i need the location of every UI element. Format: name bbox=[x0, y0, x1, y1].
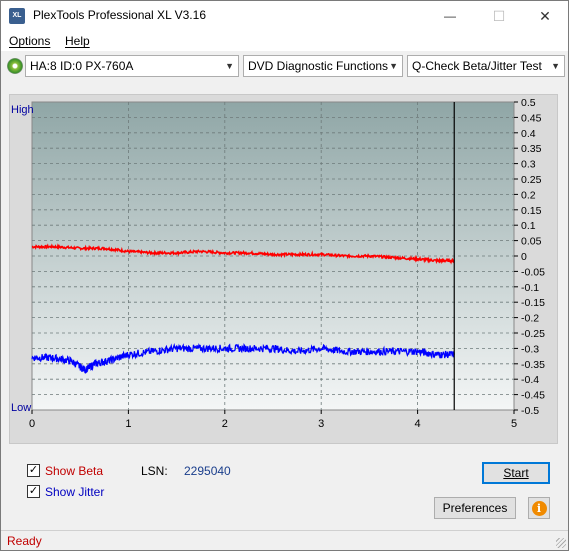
y-tick-label: 0.45 bbox=[521, 112, 542, 124]
beta-jitter-chart: 0.5 0.45 0.4 0.35 0.3 0.25 0.2 0.15 0.1 0.05 0 -0.0… bbox=[9, 94, 558, 444]
app-logo-icon: XL bbox=[9, 8, 25, 24]
drive-select-value: HA:8 ID:0 PX-760A bbox=[30, 59, 134, 73]
y-tick-label: 0.25 bbox=[521, 174, 542, 186]
menu-bar: Options Help bbox=[1, 31, 568, 51]
y-tick-label: 0.4 bbox=[521, 128, 536, 140]
test-select-value: Q-Check Beta/Jitter Test bbox=[412, 59, 542, 73]
y-tick-label: -0.5 bbox=[521, 405, 539, 417]
y-tick-label: -0.3 bbox=[521, 343, 539, 355]
axis-low-label: Low bbox=[11, 402, 31, 414]
checkmark-icon: ✓ bbox=[28, 464, 39, 476]
show-jitter-label[interactable]: Show Jitter bbox=[45, 485, 104, 499]
y-tick-label: 0.3 bbox=[521, 159, 536, 171]
show-jitter-checkbox[interactable]: ✓ bbox=[27, 485, 40, 498]
toolbar: HA:8 ID:0 PX-760A ▼ DVD Diagnostic Funct… bbox=[1, 51, 568, 81]
y-tick-label: -0.1 bbox=[521, 282, 539, 294]
drive-select[interactable]: HA:8 ID:0 PX-760A ▼ bbox=[25, 55, 239, 77]
y-tick-label: 0.1 bbox=[521, 220, 536, 232]
y-tick-label: 0.2 bbox=[521, 189, 536, 201]
menu-options-label: Options bbox=[9, 34, 51, 48]
show-jitter-text: Show Jitter bbox=[45, 485, 105, 499]
info-button[interactable]: i bbox=[528, 497, 550, 519]
start-button[interactable]: Start bbox=[482, 462, 550, 484]
chart-canvas: 0.5 0.45 0.4 0.35 0.3 0.25 0.2 0.15 0.1 0.05 0 -0.0… bbox=[11, 97, 545, 430]
close-button[interactable]: ✕ bbox=[522, 1, 568, 31]
maximize-button[interactable]: ☐ bbox=[476, 1, 522, 31]
lsn-label: LSN: bbox=[141, 464, 168, 478]
menu-options[interactable]: Options bbox=[9, 34, 50, 48]
menu-help[interactable]: Help bbox=[65, 34, 90, 48]
x-tick-label: 5 bbox=[511, 418, 517, 430]
x-tick-label: 2 bbox=[222, 418, 228, 430]
info-icon: i bbox=[531, 500, 547, 516]
lsn-value: 2295040 bbox=[184, 464, 231, 478]
start-button-label: Start bbox=[503, 466, 529, 480]
function-select-value: DVD Diagnostic Functions bbox=[248, 59, 389, 73]
axis-high-label: High bbox=[11, 104, 34, 116]
y-tick-label: 0 bbox=[521, 251, 527, 263]
checkmark-icon: ✓ bbox=[28, 485, 39, 497]
bottom-panel: ✓ Show Beta ✓ Show Jitter LSN: 2295040 S… bbox=[9, 451, 558, 525]
y-tick-label: -0.05 bbox=[521, 266, 545, 278]
function-select[interactable]: DVD Diagnostic Functions ▼ bbox=[243, 55, 403, 77]
y-tick-label: 0.5 bbox=[521, 97, 536, 109]
test-select[interactable]: Q-Check Beta/Jitter Test ▼ bbox=[407, 55, 565, 77]
chevron-down-icon: ▼ bbox=[225, 61, 234, 71]
y-tick-label: 0.35 bbox=[521, 143, 542, 155]
show-beta-label[interactable]: Show Beta bbox=[45, 464, 103, 478]
y-tick-label: 0.15 bbox=[521, 205, 542, 217]
resize-grip-icon[interactable] bbox=[556, 538, 566, 548]
y-tick-label: -0.25 bbox=[521, 328, 545, 340]
disc-drive-icon bbox=[7, 58, 23, 74]
y-tick-label: -0.15 bbox=[521, 297, 545, 309]
minimize-icon: — bbox=[444, 9, 456, 23]
preferences-button[interactable]: Preferences bbox=[434, 497, 516, 519]
chevron-down-icon: ▼ bbox=[551, 61, 560, 71]
maximize-icon: ☐ bbox=[492, 7, 506, 24]
show-beta-text: Show Beta bbox=[45, 464, 104, 478]
status-bar: Ready bbox=[1, 530, 568, 550]
chevron-down-icon: ▼ bbox=[389, 61, 398, 71]
window-title: PlexTools Professional XL V3.16 bbox=[33, 8, 206, 22]
x-tick-label: 3 bbox=[318, 418, 324, 430]
close-icon: ✕ bbox=[539, 7, 551, 24]
preferences-button-label: Preferences bbox=[442, 501, 508, 515]
x-tick-label: 4 bbox=[415, 418, 421, 430]
y-tick-label: -0.4 bbox=[521, 374, 539, 386]
menu-help-label: Help bbox=[65, 34, 90, 48]
show-beta-checkbox[interactable]: ✓ bbox=[27, 464, 40, 477]
y-tick-label: -0.2 bbox=[521, 313, 539, 325]
x-tick-label: 1 bbox=[125, 418, 131, 430]
title-bar[interactable]: XL PlexTools Professional XL V3.16 — ☐ ✕ bbox=[1, 1, 568, 31]
app-window: XL PlexTools Professional XL V3.16 — ☐ ✕… bbox=[0, 0, 569, 551]
minimize-button[interactable]: — bbox=[427, 1, 473, 31]
y-tick-label: -0.35 bbox=[521, 359, 545, 371]
status-text: Ready bbox=[7, 534, 42, 548]
y-tick-label: 0.05 bbox=[521, 236, 542, 248]
y-tick-label: -0.45 bbox=[521, 390, 545, 402]
x-tick-label: 0 bbox=[29, 418, 35, 430]
